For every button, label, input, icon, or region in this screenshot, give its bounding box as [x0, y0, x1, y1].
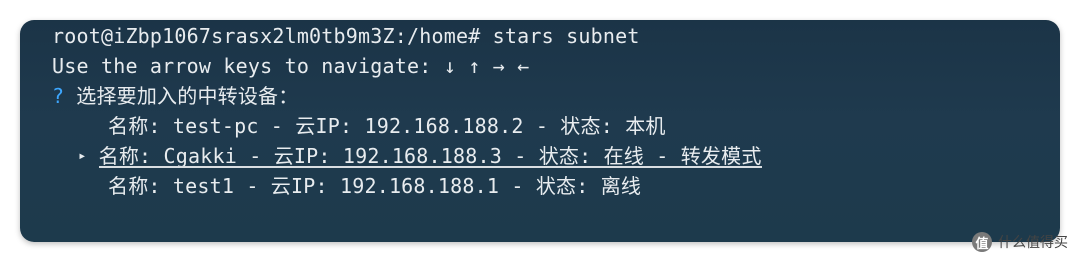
watermark-logo-icon: 值 — [972, 232, 992, 252]
navigation-hint: Use the arrow keys to navigate: ↓ ↑ → ← — [52, 54, 530, 78]
selection-underline — [98, 166, 762, 168]
watermark-text: 什么值得买 — [998, 235, 1068, 251]
selection-pointer-icon: ▸ — [78, 147, 87, 164]
terminal-window: root@iZbp1067srasx2lm0tb9m3Z:/home# star… — [20, 20, 1060, 242]
option-cgakki-label: 名称: Cgakki - 云IP: 192.168.188.3 - 状态: 在线… — [98, 144, 762, 168]
site-watermark: 值 什么值得买 — [972, 232, 1068, 252]
question-text: 选择要加入的中转设备： — [76, 84, 299, 108]
question-mark-icon: ? — [52, 84, 65, 108]
command-line: root@iZbp1067srasx2lm0tb9m3Z:/home# star… — [52, 24, 640, 48]
selection-question: ? 选择要加入的中转设备： — [52, 83, 298, 109]
option-test1[interactable]: 名称: test1 - 云IP: 192.168.188.1 - 状态: 离线 — [108, 173, 641, 199]
option-test-pc[interactable]: 名称: test-pc - 云IP: 192.168.188.2 - 状态: 本… — [108, 113, 666, 139]
option-cgakki-selected[interactable]: ▸ 名称: Cgakki - 云IP: 192.168.188.3 - 状态: 在… — [78, 143, 762, 169]
